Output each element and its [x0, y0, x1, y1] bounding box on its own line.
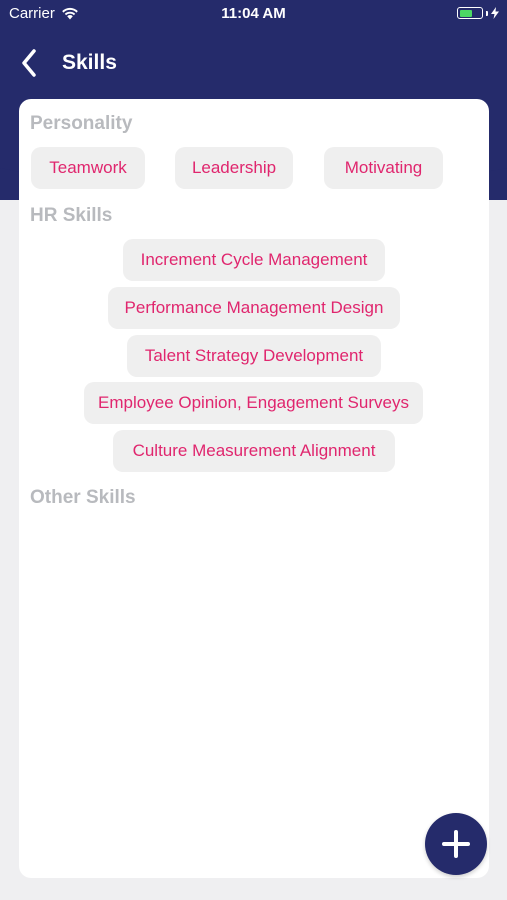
plus-icon [442, 830, 470, 858]
chevron-left-icon [22, 49, 36, 77]
skill-chip[interactable]: Talent Strategy Development [127, 335, 381, 377]
back-button[interactable] [14, 46, 44, 80]
skill-chip[interactable]: Increment Cycle Management [123, 239, 385, 281]
skill-chip[interactable]: Motivating [324, 147, 443, 189]
status-time: 11:04 AM [221, 5, 286, 22]
skill-chip[interactable]: Culture Measurement Alignment [113, 430, 395, 472]
bolt-icon [491, 7, 499, 19]
add-skill-button[interactable] [425, 813, 487, 875]
skill-chip[interactable]: Employee Opinion, Engagement Surveys [84, 382, 423, 424]
section-title-hr-skills: HR Skills [30, 205, 113, 226]
battery-icon [457, 7, 499, 19]
navigation-bar: Skills [0, 40, 507, 86]
skill-chip[interactable]: Teamwork [31, 147, 145, 189]
section-title-other-skills: Other Skills [30, 487, 136, 508]
page-title: Skills [62, 51, 117, 74]
skill-chip[interactable]: Leadership [175, 147, 293, 189]
skills-card: Personality Teamwork Leadership Motivati… [19, 99, 489, 878]
status-bar: Carrier 11:04 AM [0, 0, 507, 28]
skill-chip[interactable]: Performance Management Design [108, 287, 400, 329]
section-title-personality: Personality [30, 113, 133, 134]
